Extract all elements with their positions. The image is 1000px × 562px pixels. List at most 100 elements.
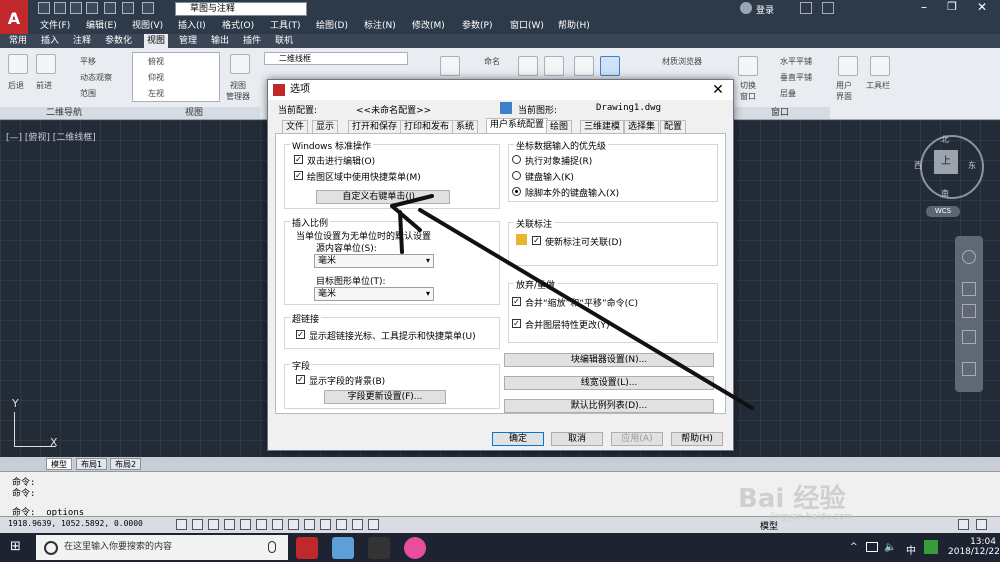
status-menu-icon[interactable] [976,519,987,530]
menu-view[interactable]: 视图(V) [132,18,163,34]
forward-icon[interactable] [36,54,56,74]
material-browser-button[interactable]: 材质浏览器 [662,56,702,67]
wcs-menu[interactable]: WCS [926,206,960,217]
tab-layout2[interactable]: 布局2 [110,458,142,470]
cancel-button[interactable]: 取消 [551,432,603,446]
tab-system[interactable]: 系统 [452,120,479,133]
default-scale-list-button[interactable]: 默认比例列表(D)... [504,399,714,413]
cascade-button[interactable]: 层叠 [780,88,796,99]
extents-button[interactable]: 范围 [80,88,96,99]
infer-constraints-icon[interactable] [176,519,187,530]
radio-keyboard[interactable] [512,171,521,180]
lineweight-settings-button[interactable]: 线宽设置(L)... [504,376,714,390]
save-icon[interactable] [70,2,82,14]
open-file-icon[interactable] [54,2,66,14]
ribbon-tab-manage[interactable]: 管理 [176,34,200,48]
radio-osnap[interactable] [512,155,521,164]
polar-icon[interactable] [240,519,251,530]
menu-format[interactable]: 格式(O) [222,18,254,34]
tray-app-icon[interactable] [924,540,938,554]
target-units-select[interactable]: 毫米 ▾ [314,287,434,301]
ribbon-tab-parametric[interactable]: 参数化 [102,34,135,48]
switch-window-icon[interactable] [738,56,758,76]
taskbar-autocad-icon[interactable] [296,537,318,559]
named-views-button[interactable]: 命名 [484,56,500,67]
undo-icon[interactable] [122,2,134,14]
compass-south[interactable]: 南 [941,188,949,199]
ribbon-tab-insert[interactable]: 插入 [38,34,62,48]
menu-window[interactable]: 窗口(W) [510,18,544,34]
status-lightbulb-icon[interactable] [958,519,969,530]
ribbon-tab-online[interactable]: 联机 [272,34,296,48]
taskbar-paint-icon[interactable] [332,537,354,559]
combine-zoom-pan-checkbox[interactable]: ✓ [512,297,521,306]
restore-icon[interactable]: ❐ [940,0,964,16]
field-update-button[interactable]: 字段更新设置(F)... [324,390,446,404]
toolbar-icon[interactable] [870,56,890,76]
redo-icon[interactable] [142,2,154,14]
dialog-close-icon[interactable]: ✕ [708,82,728,98]
view-list[interactable] [132,52,220,102]
login-link[interactable]: 登录 [756,3,774,16]
autocad-logo[interactable]: A [0,0,28,36]
exchange-icon[interactable] [800,2,812,14]
save-as-icon[interactable] [86,2,98,14]
showmotion-icon[interactable] [962,362,976,376]
viewport-icon[interactable] [440,56,460,76]
taskbar-search[interactable]: 在这里输入你要搜索的内容 [36,535,288,560]
dblclick-edit-checkbox[interactable]: ✓ [294,155,303,164]
ducs-icon[interactable] [304,519,315,530]
ok-button[interactable]: 确定 [492,432,544,446]
apply-button[interactable]: 应用(A) [611,432,663,446]
visual-style-select[interactable]: 二维线框 [264,52,408,65]
tab-model[interactable]: 模型 [46,458,72,470]
menu-dimension[interactable]: 标注(N) [364,18,396,34]
tab-plot-publish[interactable]: 打印和发布 [400,120,454,133]
compass-north[interactable]: 北 [941,134,949,145]
orbit-button[interactable]: 动态观察 [80,72,112,83]
steering-wheel-icon[interactable] [962,250,976,264]
print-icon[interactable] [104,2,116,14]
menu-draw[interactable]: 绘图(D) [316,18,348,34]
osnap-icon[interactable] [256,519,267,530]
new-file-icon[interactable] [38,2,50,14]
quick-properties-icon[interactable] [368,519,379,530]
3d-osnap-icon[interactable] [272,519,283,530]
help-button[interactable]: 帮助(H) [671,432,723,446]
menu-edit[interactable]: 编辑(E) [86,18,117,34]
orbit-icon[interactable] [962,330,976,344]
close-icon[interactable]: ✕ [970,0,994,16]
minimize-icon[interactable]: – [912,0,936,16]
view-top[interactable]: 俯视 [148,56,164,67]
pan-button[interactable]: 平移 [80,56,96,67]
tab-layout1[interactable]: 布局1 [76,458,108,470]
tile-vertical-button[interactable]: 垂直平铺 [780,72,812,83]
ribbon-tab-annotate[interactable]: 注释 [70,34,94,48]
transparency-icon[interactable] [352,519,363,530]
assoc-dim-checkbox[interactable]: ✓ [532,236,541,245]
menu-file[interactable]: 文件(F) [40,18,70,34]
grid-icon[interactable] [208,519,219,530]
layout-icon-4[interactable] [600,56,620,76]
workspace-select[interactable]: 草图与注释 [175,2,307,16]
menu-insert[interactable]: 插入(I) [178,18,206,34]
radio-keyboard-except-scripts[interactable] [512,187,521,196]
layout-icon-3[interactable] [574,56,594,76]
ribbon-tab-home[interactable]: 常用 [6,34,30,48]
tray-network-icon[interactable] [866,542,878,552]
pan-icon[interactable] [962,282,976,296]
taskbar-video-editor-icon[interactable] [368,537,390,559]
compass-west[interactable]: 西 [914,160,922,171]
menu-parametric[interactable]: 参数(P) [462,18,492,34]
source-units-select[interactable]: 毫米 ▾ [314,254,434,268]
tray-chevron-icon[interactable]: ^ [850,542,858,552]
help-icon[interactable] [822,2,834,14]
tab-profiles[interactable]: 配置 [660,120,687,133]
hyperlink-checkbox[interactable]: ✓ [296,330,305,339]
tab-files[interactable]: 文件 [282,120,309,133]
dyn-icon[interactable] [320,519,331,530]
view-manager-icon[interactable] [230,54,250,74]
back-icon[interactable] [8,54,28,74]
block-editor-settings-button[interactable]: 块编辑器设置(N)... [504,353,714,367]
view-left[interactable]: 左视 [148,88,164,99]
